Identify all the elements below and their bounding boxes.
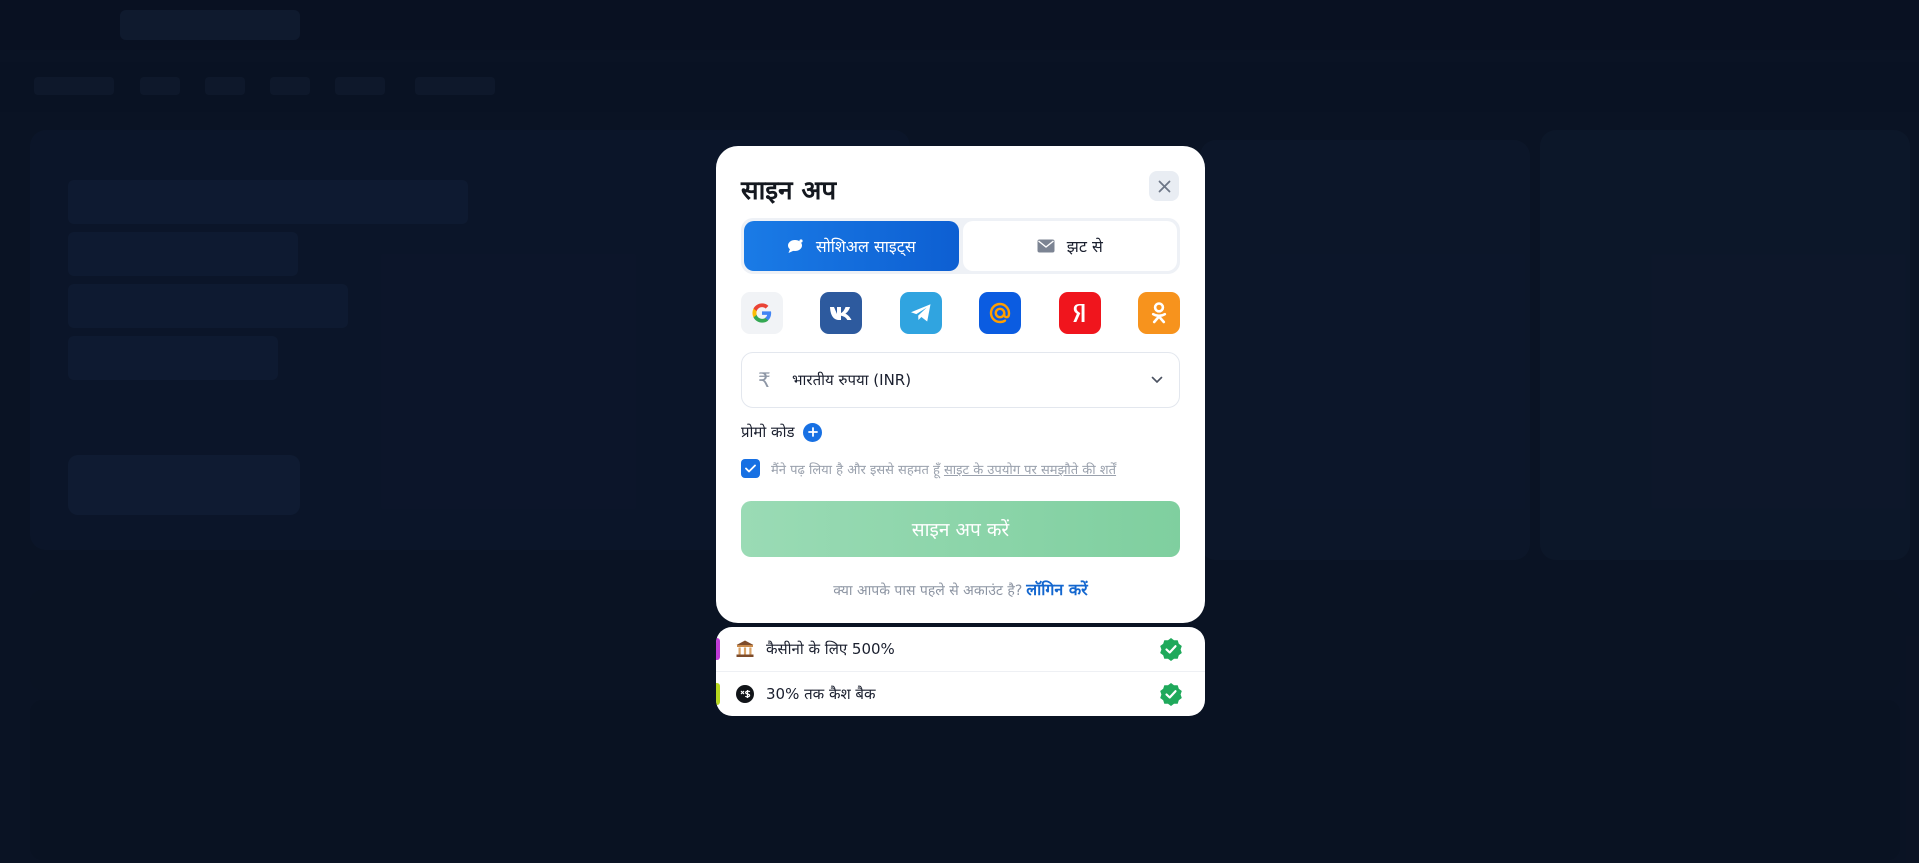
envelope-icon <box>1037 239 1055 253</box>
social-login-row <box>741 292 1180 334</box>
tab-social-sites-label: सोशिअल साइट्स <box>815 237 916 256</box>
telegram-login-button[interactable] <box>899 292 942 334</box>
bonus-accent-bar <box>716 638 720 660</box>
ok-login-button[interactable] <box>1137 292 1180 334</box>
modal-title: साइन अप <box>741 176 837 206</box>
telegram-icon <box>910 304 931 322</box>
signup-method-tabs: सोशिअल साइट्स झट से <box>741 218 1180 274</box>
plus-icon <box>803 422 823 442</box>
verified-badge-icon <box>1159 637 1183 661</box>
yandex-icon <box>1072 304 1085 322</box>
promo-code-toggle[interactable]: प्रोमो कोड <box>741 422 823 442</box>
casino-icon <box>734 638 756 660</box>
terms-agreement: मैंने पढ़ लिया है और इससे सहमत हूँ साइट क… <box>741 459 1116 478</box>
bonus-accent-bar <box>716 683 720 705</box>
tab-quick-label: झट से <box>1066 237 1103 256</box>
chevron-down-icon <box>1151 376 1163 383</box>
vk-icon <box>830 307 852 320</box>
cashback-icon <box>734 683 756 705</box>
tab-quick[interactable]: झट से <box>962 221 1177 271</box>
verified-badge-icon <box>1159 682 1183 706</box>
bonus-item: 30% तक कैश बैक <box>716 671 1205 715</box>
close-button[interactable] <box>1149 171 1179 201</box>
currency-select[interactable]: ₹ भारतीय रुपया (INR) <box>741 352 1180 408</box>
login-prompt-text: क्या आपके पास पहले से अकाउंट है? <box>833 583 1023 599</box>
currency-value: भारतीय रुपया (INR) <box>792 371 912 389</box>
signup-submit-button[interactable]: साइन अप करें <box>741 501 1180 557</box>
terms-link[interactable]: साइट के उपयोग पर समझौते की शर्तें <box>944 463 1116 478</box>
bonus-label: कैसीनो के लिए 500% <box>766 640 895 658</box>
ok-icon <box>1151 302 1167 324</box>
mailru-login-button[interactable] <box>979 292 1022 334</box>
bonus-label: 30% तक कैश बैक <box>766 684 876 703</box>
check-icon <box>745 464 756 473</box>
rupee-icon: ₹ <box>758 368 771 392</box>
terms-checkbox[interactable] <box>741 459 760 478</box>
vk-login-button[interactable] <box>820 292 863 334</box>
mailru-at-icon <box>989 302 1011 324</box>
google-icon <box>752 303 772 323</box>
terms-text: मैंने पढ़ लिया है और इससे सहमत हूँ <box>771 463 940 478</box>
yandex-login-button[interactable] <box>1058 292 1101 334</box>
signup-modal: साइन अप सोशिअल साइट्स झट से ₹ भारतीय रुप… <box>716 146 1205 623</box>
login-link[interactable]: लॉगिन करें <box>1026 580 1087 599</box>
google-login-button[interactable] <box>741 292 783 334</box>
tab-social-sites[interactable]: सोशिअल साइट्स <box>744 221 959 271</box>
close-icon <box>1158 180 1170 192</box>
promo-code-label: प्रोमो कोड <box>741 423 795 441</box>
bonus-item: कैसीनो के लिए 500% <box>716 627 1205 671</box>
login-prompt: क्या आपके पास पहले से अकाउंट है? लॉगिन कर… <box>716 578 1205 600</box>
chat-bubble-icon <box>787 238 803 253</box>
bonus-panel: कैसीनो के लिए 500% 30% तक कैश बैक <box>716 627 1205 716</box>
